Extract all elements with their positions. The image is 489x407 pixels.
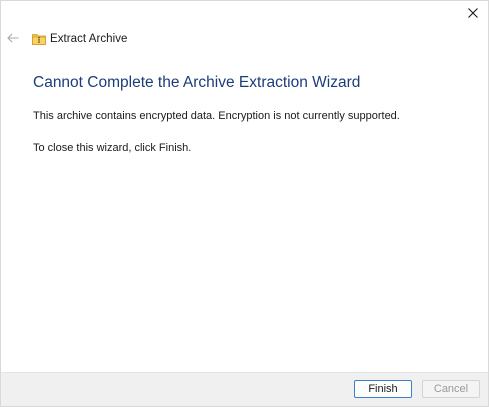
error-message: This archive contains encrypted data. En… (33, 110, 400, 122)
wizard-title: Extract Archive (50, 33, 128, 45)
wizard-nav-header: Extract Archive (32, 31, 127, 47)
page-heading: Cannot Complete the Archive Extraction W… (33, 74, 361, 91)
back-arrow-icon (7, 33, 19, 43)
close-button[interactable] (460, 3, 486, 23)
button-bar: Finish Cancel (1, 372, 488, 406)
zip-folder-icon (32, 33, 46, 45)
back-button[interactable] (5, 31, 21, 45)
close-icon (468, 8, 478, 18)
cancel-button[interactable]: Cancel (422, 380, 480, 398)
wizard-window: Extract Archive Cannot Complete the Arch… (0, 0, 489, 407)
instruction-text: To close this wizard, click Finish. (33, 142, 192, 154)
finish-button[interactable]: Finish (354, 380, 412, 398)
